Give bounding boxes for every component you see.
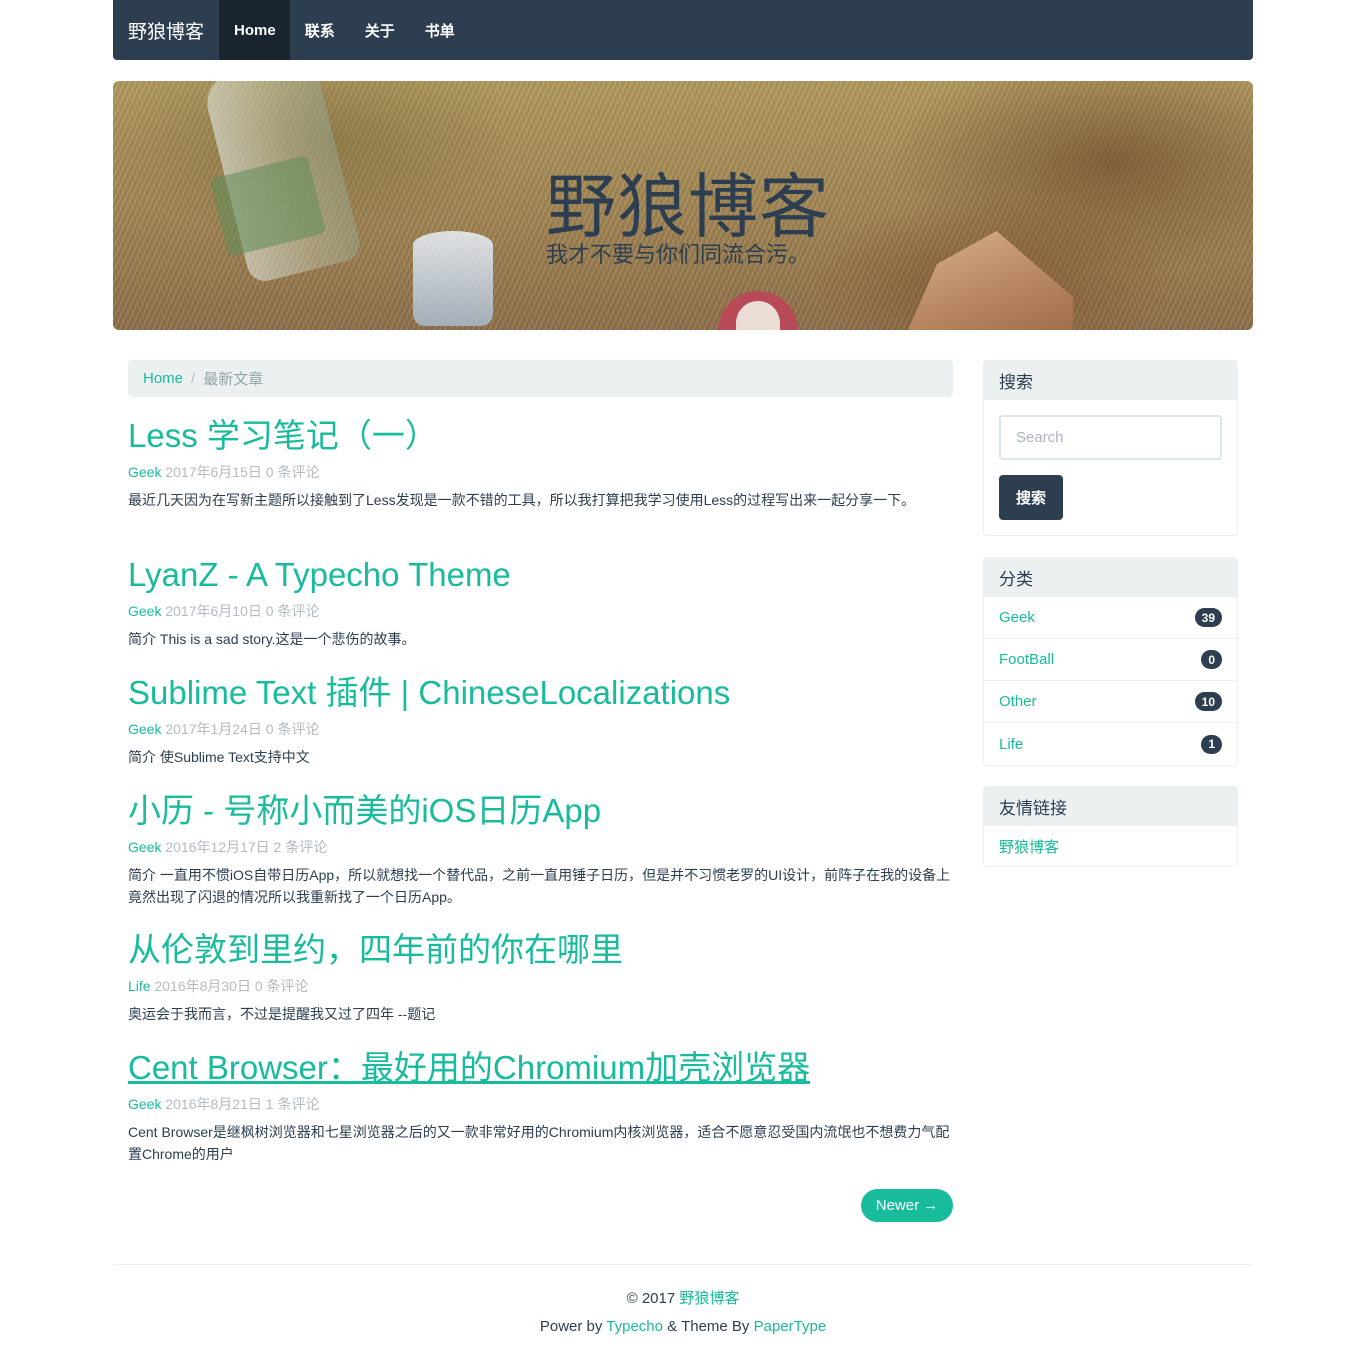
category-count-badge: 39 xyxy=(1194,608,1222,627)
post-item: Sublime Text 插件 | ChineseLocalizations G… xyxy=(128,669,953,787)
category-item-life[interactable]: Life 1 xyxy=(984,723,1237,765)
post-meta: Geek 2017年6月15日 0 条评论 xyxy=(128,463,953,481)
hero-subtitle: 我才不要与你们同流合污。 xyxy=(546,243,811,268)
post-comments[interactable]: 0 条评论 xyxy=(266,603,320,619)
post-category[interactable]: Geek xyxy=(128,464,161,480)
post-title[interactable]: Cent Browser：最好用的Chromium加壳浏览器 xyxy=(128,1044,953,1092)
post-excerpt: 简介 一直用不惯iOS自带日历App，所以就想找一个替代品，之前一直用锤子日历，… xyxy=(128,867,951,905)
category-count-badge: 10 xyxy=(1194,692,1222,711)
post-category[interactable]: Geek xyxy=(128,603,161,619)
category-panel: 分类 Geek 39 FootBall 0 Other 10 Life 1 xyxy=(983,557,1238,766)
search-button[interactable]: 搜索 xyxy=(999,475,1063,520)
category-count-badge: 1 xyxy=(1201,734,1222,754)
footer-papertype-link[interactable]: PaperType xyxy=(754,1318,827,1335)
category-name[interactable]: Other xyxy=(999,693,1037,710)
category-panel-heading: 分类 xyxy=(984,558,1237,597)
post-date: 2016年8月30日 xyxy=(154,978,251,994)
category-name[interactable]: Life xyxy=(999,736,1023,753)
post-item: Less 学习笔记（一） Geek 2017年6月15日 0 条评论 最近几天因… xyxy=(128,412,953,551)
links-panel-heading: 友情链接 xyxy=(984,787,1237,826)
category-item-other[interactable]: Other 10 xyxy=(984,681,1237,723)
search-panel: 搜索 搜索 xyxy=(983,360,1238,536)
post-excerpt: 奥运会于我而言，不过是提醒我又过了四年 --题记 xyxy=(128,1006,436,1022)
search-input[interactable] xyxy=(999,415,1222,460)
footer-power-by-text: Power by xyxy=(539,1318,603,1335)
post-date: 2016年8月21日 xyxy=(165,1096,262,1112)
post-excerpt: Cent Browser是继枫树浏览器和七星浏览器之后的又一款非常好用的Chro… xyxy=(128,1124,950,1162)
navbar: 野狼博客 Home 联系 关于 书单 xyxy=(113,0,1253,60)
post-category[interactable]: Life xyxy=(128,978,151,994)
breadcrumb-separator: / xyxy=(191,370,196,387)
post-item: 从伦敦到里约，四年前的你在哪里 Life 2016年8月30日 0 条评论 奥运… xyxy=(128,926,953,1044)
post-excerpt: 简介 This is a sad story.这是一个悲伤的故事。 xyxy=(128,631,416,647)
search-form: 搜索 xyxy=(984,400,1237,535)
nav-about[interactable]: 关于 xyxy=(350,0,410,60)
post-date: 2017年6月10日 xyxy=(165,603,262,619)
post-date: 2017年1月24日 xyxy=(165,721,262,737)
post-comments[interactable]: 0 条评论 xyxy=(266,464,320,480)
post-item: LyanZ - A Typecho Theme Geek 2017年6月10日 … xyxy=(128,551,953,669)
post-category[interactable]: Geek xyxy=(128,1096,161,1112)
footer-credits: Power by Typecho & Theme By PaperType xyxy=(0,1318,1366,1335)
friend-link[interactable]: 野狼博客 xyxy=(999,836,1059,857)
post-item: Cent Browser：最好用的Chromium加壳浏览器 Geek 2016… xyxy=(128,1044,953,1165)
hero-rock-graphic xyxy=(903,231,1073,330)
category-name[interactable]: FootBall xyxy=(999,651,1054,668)
breadcrumb-current: 最新文章 xyxy=(203,371,264,388)
footer-typecho-link[interactable]: Typecho xyxy=(606,1318,663,1335)
post-title[interactable]: Less 学习笔记（一） xyxy=(128,412,953,460)
post-date: 2017年6月15日 xyxy=(165,464,262,480)
footer-copyright: © 2017 野狼博客 xyxy=(0,1287,1366,1308)
post-meta: Geek 2017年1月24日 0 条评论 xyxy=(128,720,953,738)
footer-theme-by-text: & Theme By xyxy=(667,1318,750,1335)
category-name[interactable]: Geek xyxy=(999,609,1035,626)
post-title[interactable]: Sublime Text 插件 | ChineseLocalizations xyxy=(128,669,953,717)
nav-home[interactable]: Home xyxy=(219,0,290,60)
post-title[interactable]: 从伦敦到里约，四年前的你在哪里 xyxy=(128,926,953,974)
category-count-badge: 0 xyxy=(1201,650,1222,669)
links-panel: 友情链接 野狼博客 xyxy=(983,786,1238,867)
post-meta: Geek 2016年12月17日 2 条评论 xyxy=(128,838,953,856)
navbar-brand[interactable]: 野狼博客 xyxy=(113,0,219,60)
post-excerpt: 最近几天因为在写新主题所以接触到了Less发现是一款不错的工具，所以我打算把我学… xyxy=(128,492,916,508)
hero-cup-graphic xyxy=(413,231,493,326)
post-meta: Geek 2016年8月21日 1 条评论 xyxy=(128,1095,953,1113)
friend-link-item: 野狼博客 xyxy=(984,826,1237,866)
post-title[interactable]: 小历 - 号称小而美的iOS日历App xyxy=(128,787,953,835)
hero-red-object-graphic xyxy=(718,291,798,330)
post-excerpt: 简介 使Sublime Text支持中文 xyxy=(128,749,310,765)
post-category[interactable]: Geek xyxy=(128,721,161,737)
nav-booklist[interactable]: 书单 xyxy=(410,0,470,60)
post-date: 2016年12月17日 xyxy=(165,839,270,855)
breadcrumb-home[interactable]: Home xyxy=(143,370,183,387)
breadcrumb: Home / 最新文章 xyxy=(128,360,953,397)
post-meta: Geek 2017年6月10日 0 条评论 xyxy=(128,602,953,620)
post-comments[interactable]: 2 条评论 xyxy=(274,839,328,855)
search-panel-heading: 搜索 xyxy=(984,361,1237,400)
post-comments[interactable]: 1 条评论 xyxy=(266,1096,320,1112)
nav-contact[interactable]: 联系 xyxy=(290,0,350,60)
footer-site-link[interactable]: 野狼博客 xyxy=(679,1290,739,1307)
newer-button[interactable]: Newer → xyxy=(861,1189,953,1222)
post-comments[interactable]: 0 条评论 xyxy=(255,978,309,994)
post-list: Less 学习笔记（一） Geek 2017年6月15日 0 条评论 最近几天因… xyxy=(128,412,953,1165)
category-item-geek[interactable]: Geek 39 xyxy=(984,597,1237,639)
post-category[interactable]: Geek xyxy=(128,839,161,855)
post-title[interactable]: LyanZ - A Typecho Theme xyxy=(128,551,953,599)
post-meta: Life 2016年8月30日 0 条评论 xyxy=(128,977,953,995)
hero-banner: 野狼博客 我才不要与你们同流合污。 xyxy=(113,81,1253,330)
category-item-football[interactable]: FootBall 0 xyxy=(984,639,1237,681)
footer-divider xyxy=(113,1264,1253,1265)
footer-copyright-text: © 2017 xyxy=(626,1290,676,1307)
post-comments[interactable]: 0 条评论 xyxy=(266,721,320,737)
post-item: 小历 - 号称小而美的iOS日历App Geek 2016年12月17日 2 条… xyxy=(128,787,953,926)
